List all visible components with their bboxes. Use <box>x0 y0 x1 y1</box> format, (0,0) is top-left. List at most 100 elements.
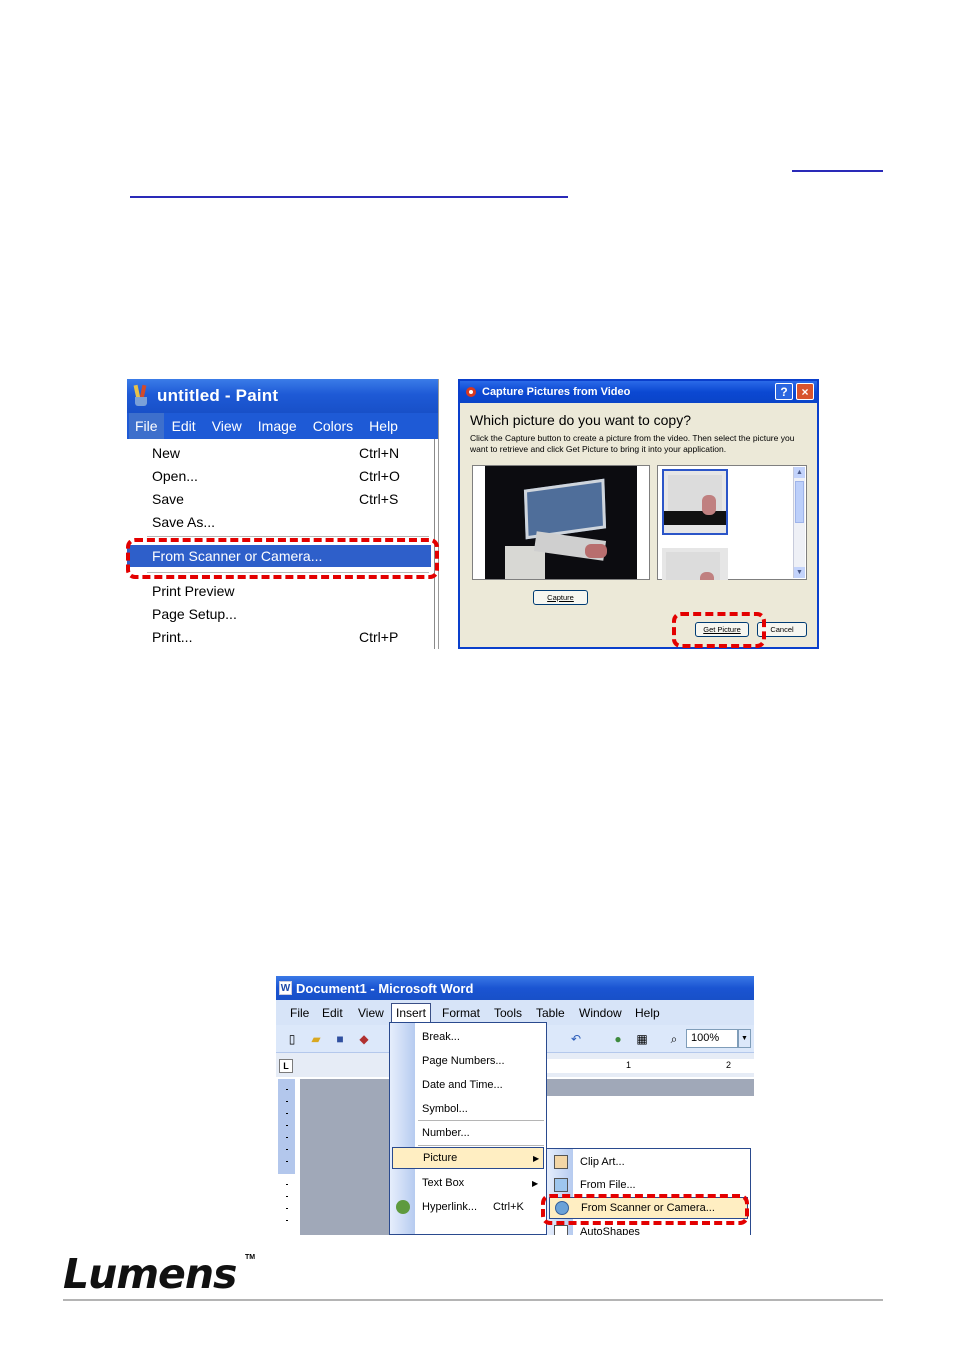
thumbnail-scrollbar[interactable]: ▲ ▼ <box>793 467 805 578</box>
captured-picture-thumbnail[interactable] <box>662 548 728 580</box>
insert-menu-item-symbol[interactable]: Symbol... <box>390 1098 546 1120</box>
scroll-down-icon[interactable]: ▼ <box>794 567 805 578</box>
hyperlink-underline-2[interactable] <box>130 196 568 198</box>
capture-title: Capture Pictures from Video <box>482 386 631 398</box>
zoom-field[interactable]: 100% <box>686 1029 738 1048</box>
capture-dialog: Capture Pictures from Video ? × Which pi… <box>458 379 819 649</box>
new-document-icon[interactable]: ▯ <box>284 1031 300 1047</box>
scroll-up-icon[interactable]: ▲ <box>794 467 805 478</box>
footer-divider <box>63 1299 883 1301</box>
insert-menu-item-date-time[interactable]: Date and Time... <box>390 1074 546 1096</box>
paint-titlebar: untitled - Paint <box>127 379 438 413</box>
tab-selector[interactable]: L <box>279 1059 293 1073</box>
insert-menu-item-break[interactable]: Break... <box>390 1026 546 1048</box>
menu-item-label: From File... <box>580 1179 636 1191</box>
scroll-thumb[interactable] <box>795 481 804 523</box>
capture-button[interactable]: Capture <box>533 590 588 605</box>
autoshapes-icon <box>554 1225 568 1235</box>
ruler-mark: 2 <box>726 1060 732 1070</box>
paint-menu-item-save-as[interactable]: Save As... <box>127 511 431 533</box>
picture-file-icon <box>554 1178 568 1192</box>
paint-menu-view[interactable]: View <box>204 413 250 439</box>
menu-item-shortcut: Ctrl+P <box>359 629 399 645</box>
open-folder-icon[interactable]: ▰ <box>308 1031 324 1047</box>
picture-menu-item-clip-art[interactable]: Clip Art... <box>547 1151 750 1173</box>
paint-menu-image[interactable]: Image <box>250 413 305 439</box>
insert-menu-item-number[interactable]: Number... <box>390 1122 546 1144</box>
paint-menu-help[interactable]: Help <box>361 413 406 439</box>
table-icon[interactable]: ▦ <box>634 1031 650 1047</box>
submenu-arrow-icon: ▶ <box>532 1178 539 1188</box>
word-menu-format[interactable]: Format <box>442 1006 480 1020</box>
menu-item-label: Clip Art... <box>580 1156 625 1168</box>
capture-instructions: Click the Capture button to create a pic… <box>470 433 795 454</box>
captured-pictures-list[interactable]: ▲ ▼ <box>657 465 807 580</box>
word-menu-insert[interactable]: Insert <box>391 1003 432 1023</box>
menu-item-label: Save As... <box>152 514 216 530</box>
insert-menu-item-hyperlink[interactable]: Hyperlink... Ctrl+K <box>390 1196 546 1218</box>
menu-item-shortcut: Ctrl+O <box>359 468 400 484</box>
vertical-ruler[interactable] <box>278 1079 295 1174</box>
word-menu-help[interactable]: Help <box>635 1006 660 1020</box>
word-menu-file[interactable]: File <box>290 1006 309 1020</box>
paint-menu-file[interactable]: File <box>129 413 164 439</box>
trademark-mark: TM <box>245 1254 256 1261</box>
highlight-from-scanner-word <box>541 1194 749 1225</box>
paint-menu-item-print[interactable]: Print... Ctrl+P <box>127 626 431 648</box>
highlight-from-scanner-paint <box>126 538 439 579</box>
video-frame <box>485 466 637 579</box>
menu-item-shortcut: Ctrl+K <box>493 1201 524 1213</box>
permission-icon[interactable]: ◆ <box>356 1031 372 1047</box>
captured-picture-thumbnail[interactable] <box>662 469 728 535</box>
undo-icon[interactable]: ↶ <box>568 1031 584 1047</box>
menu-separator <box>418 1120 544 1121</box>
save-icon[interactable]: ■ <box>332 1031 348 1047</box>
help-button[interactable]: ? <box>775 383 793 400</box>
word-menu-view[interactable]: View <box>358 1006 384 1020</box>
menu-item-label: Text Box <box>422 1177 465 1189</box>
menu-separator <box>418 1145 544 1146</box>
menu-item-label: Print... <box>152 629 193 645</box>
hyperlink-icon[interactable]: ● <box>610 1031 626 1047</box>
submenu-arrow-icon: ▶ <box>533 1153 540 1163</box>
word-menu-edit[interactable]: Edit <box>322 1006 343 1020</box>
hyperlink-underline-1[interactable] <box>792 170 883 172</box>
paint-app-icon <box>133 384 149 407</box>
paint-menu-edit[interactable]: Edit <box>164 413 204 439</box>
chevron-down-icon[interactable]: ▼ <box>738 1029 751 1048</box>
insert-menu: Break... Page Numbers... Date and Time..… <box>389 1022 547 1235</box>
camera-icon <box>466 387 476 397</box>
horizontal-ruler[interactable]: 1 2 <box>546 1059 754 1073</box>
word-menu-tools[interactable]: Tools <box>494 1006 522 1020</box>
ruler-mark: 1 <box>626 1060 632 1070</box>
menu-item-label: Print Preview <box>152 583 235 599</box>
lumens-logo: Lumens <box>63 1250 237 1298</box>
paint-menubar: File Edit View Image Colors Help <box>127 413 438 439</box>
menu-separator <box>147 536 429 537</box>
paint-menu-item-save[interactable]: Save Ctrl+S <box>127 488 431 510</box>
menu-item-label: Date and Time... <box>422 1079 503 1091</box>
menu-item-label: Save <box>152 491 184 507</box>
insert-menu-item-text-box[interactable]: Text Box ▶ <box>390 1172 546 1194</box>
insert-menu-item-picture[interactable]: Picture ▶ <box>392 1147 544 1169</box>
word-title: Document1 - Microsoft Word <box>296 980 474 996</box>
word-menu-table[interactable]: Table <box>536 1006 565 1020</box>
word-menu-window[interactable]: Window <box>579 1006 622 1020</box>
picture-menu-item-from-file[interactable]: From File... <box>547 1174 750 1196</box>
vertical-ruler-margin <box>278 1174 295 1235</box>
paint-screenshot: untitled - Paint File Edit View Image Co… <box>127 379 439 649</box>
insert-menu-item-page-numbers[interactable]: Page Numbers... <box>390 1050 546 1072</box>
menu-item-label: Symbol... <box>422 1103 468 1115</box>
paint-menu-colors[interactable]: Colors <box>305 413 361 439</box>
paint-menu-item-print-preview[interactable]: Print Preview <box>127 580 431 602</box>
paint-menu-item-open[interactable]: Open... Ctrl+O <box>127 465 431 487</box>
paint-menu-item-page-setup[interactable]: Page Setup... <box>127 603 431 625</box>
close-button[interactable]: × <box>796 383 814 400</box>
zoom-icon[interactable]: ⌕ <box>666 1031 682 1047</box>
menu-item-shortcut: Ctrl+N <box>359 445 400 461</box>
paint-menu-item-new[interactable]: New Ctrl+N <box>127 442 431 464</box>
highlight-get-picture <box>672 612 766 648</box>
clip-art-icon <box>554 1155 568 1169</box>
video-preview <box>472 465 650 580</box>
capture-button-label: Capture <box>547 593 574 602</box>
